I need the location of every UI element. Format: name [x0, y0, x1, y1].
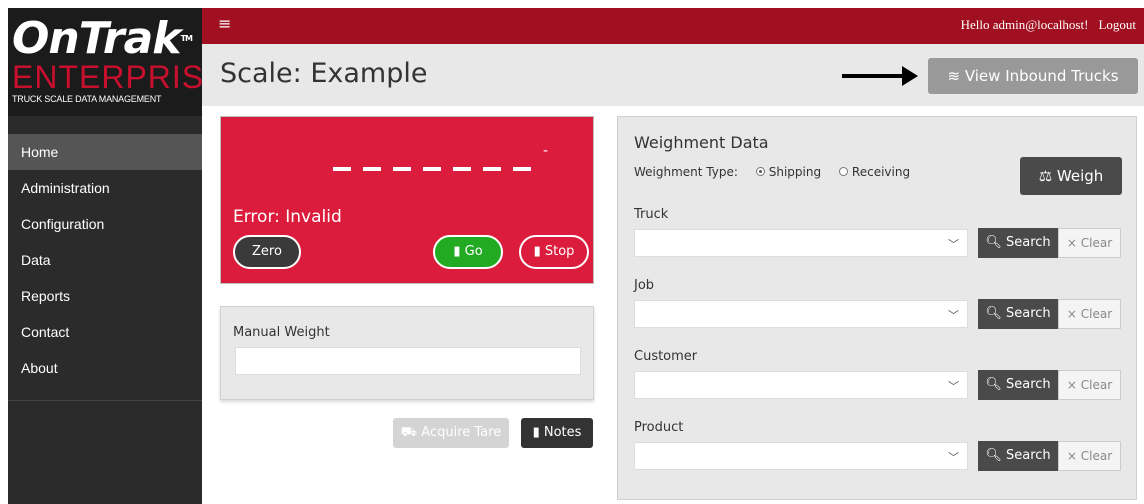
customer-label: Customer — [634, 349, 698, 364]
weighment-data-title: Weighment Data — [634, 133, 769, 152]
sidebar: OnTrakTM ENTERPRISE TRUCK SCALE DATA MAN… — [8, 8, 227, 504]
hamburger-icon[interactable]: ≡ — [218, 14, 231, 33]
product-label: Product — [634, 420, 684, 435]
manual-weight-label: Manual Weight — [233, 325, 330, 340]
sidebar-nav: Home Administration Configuration Data R… — [8, 134, 202, 386]
search-icon: 🔍︎ — [985, 306, 1002, 321]
search-icon: 🔍︎ — [985, 235, 1002, 250]
truck-icon: ⛟ — [400, 425, 418, 440]
chevron-down-icon: ﹀ — [948, 451, 959, 464]
search-icon: 🔍︎ — [985, 448, 1002, 463]
scale-icon: ⚖ — [1038, 167, 1053, 185]
close-icon: × — [1066, 307, 1077, 321]
file-icon: ▮ — [532, 425, 540, 440]
customer-select[interactable]: ﹀ — [634, 371, 968, 399]
weighment-data-panel: Weighment Data Weighment Type: Shipping … — [617, 116, 1137, 500]
traffic-light-icon: ▮ — [533, 244, 541, 259]
job-label: Job — [634, 278, 655, 293]
truck-select[interactable]: ﹀ — [634, 229, 968, 257]
go-label: Go — [464, 244, 483, 259]
chevron-down-icon: ﹀ — [948, 238, 959, 251]
sidebar-item-configuration[interactable]: Configuration — [8, 206, 202, 242]
scale-display: - Error: Invalid Zero ▮ Go ▮ Stop — [220, 116, 594, 284]
truck-label: Truck — [634, 207, 669, 222]
customer-search-button[interactable]: 🔍︎ Search — [978, 370, 1058, 400]
sidebar-divider — [8, 400, 202, 401]
truck-search-button[interactable]: 🔍︎ Search — [978, 228, 1058, 258]
truck-clear-button[interactable]: × Clear — [1058, 228, 1121, 258]
job-clear-button[interactable]: × Clear — [1058, 299, 1121, 329]
notes-label: Notes — [543, 425, 582, 440]
stop-label: Stop — [544, 244, 575, 259]
customer-clear-button[interactable]: × Clear — [1058, 370, 1121, 400]
logout-link[interactable]: Logout — [1098, 17, 1136, 32]
weight-readout — [333, 167, 531, 171]
product-select[interactable]: ﹀ — [634, 442, 968, 470]
logo-edition: ENTERPRISE — [12, 59, 227, 95]
scale-status: Error: Invalid — [233, 207, 342, 227]
view-inbound-trucks-button[interactable]: ≋ View Inbound Trucks — [928, 58, 1138, 94]
notes-button[interactable]: ▮ Notes — [521, 418, 593, 448]
radio-receiving[interactable] — [838, 167, 848, 176]
product-clear-button[interactable]: × Clear — [1058, 441, 1121, 471]
weigh-button[interactable]: ⚖ Weigh — [1020, 157, 1122, 195]
zero-button[interactable]: Zero — [233, 235, 301, 269]
product-search-button[interactable]: 🔍︎ Search — [978, 441, 1058, 471]
annotation-arrow — [842, 66, 918, 86]
stop-button[interactable]: ▮ Stop — [519, 235, 589, 269]
radio-receiving-label[interactable]: Receiving — [852, 165, 910, 179]
traffic-light-icon: ▮ — [453, 244, 461, 259]
weighment-type-label: Weighment Type: — [634, 165, 738, 179]
scale-sign: - — [543, 143, 549, 159]
radio-shipping-label[interactable]: Shipping — [769, 165, 821, 179]
sidebar-item-about[interactable]: About — [8, 350, 202, 386]
layers-icon: ≋ — [947, 67, 961, 85]
radio-shipping[interactable] — [755, 167, 765, 176]
go-button[interactable]: ▮ Go — [433, 235, 503, 269]
manual-weight-input[interactable] — [235, 347, 581, 375]
sidebar-item-data[interactable]: Data — [8, 242, 202, 278]
logo-name: OnTrak — [12, 13, 182, 64]
chevron-down-icon: ﹀ — [948, 380, 959, 393]
job-select[interactable]: ﹀ — [634, 300, 968, 328]
manual-weight-panel: Manual Weight — [220, 306, 594, 400]
chevron-down-icon: ﹀ — [948, 309, 959, 322]
close-icon: × — [1066, 236, 1077, 250]
sidebar-item-home[interactable]: Home — [8, 134, 202, 170]
sidebar-item-contact[interactable]: Contact — [8, 314, 202, 350]
close-icon: × — [1066, 449, 1077, 463]
close-icon: × — [1066, 378, 1077, 392]
logo-tm: TM — [180, 34, 193, 43]
top-bar: ≡ Hello admin@localhost! Logout — [202, 8, 1144, 44]
page-title: Scale: Example — [220, 58, 428, 89]
job-search-button[interactable]: 🔍︎ Search — [978, 299, 1058, 329]
logo: OnTrakTM ENTERPRISE TRUCK SCALE DATA MAN… — [8, 8, 227, 116]
search-icon: 🔍︎ — [985, 377, 1002, 392]
sidebar-item-reports[interactable]: Reports — [8, 278, 202, 314]
view-inbound-trucks-label: View Inbound Trucks — [964, 67, 1119, 85]
acquire-tare-button[interactable]: ⛟ Acquire Tare — [393, 418, 509, 448]
sidebar-item-administration[interactable]: Administration — [8, 170, 202, 206]
greeting: Hello admin@localhost! — [960, 17, 1089, 32]
title-bar: Scale: Example ≋ View Inbound Trucks — [202, 44, 1144, 106]
acquire-tare-label: Acquire Tare — [421, 425, 502, 440]
weigh-label: Weigh — [1056, 167, 1104, 185]
